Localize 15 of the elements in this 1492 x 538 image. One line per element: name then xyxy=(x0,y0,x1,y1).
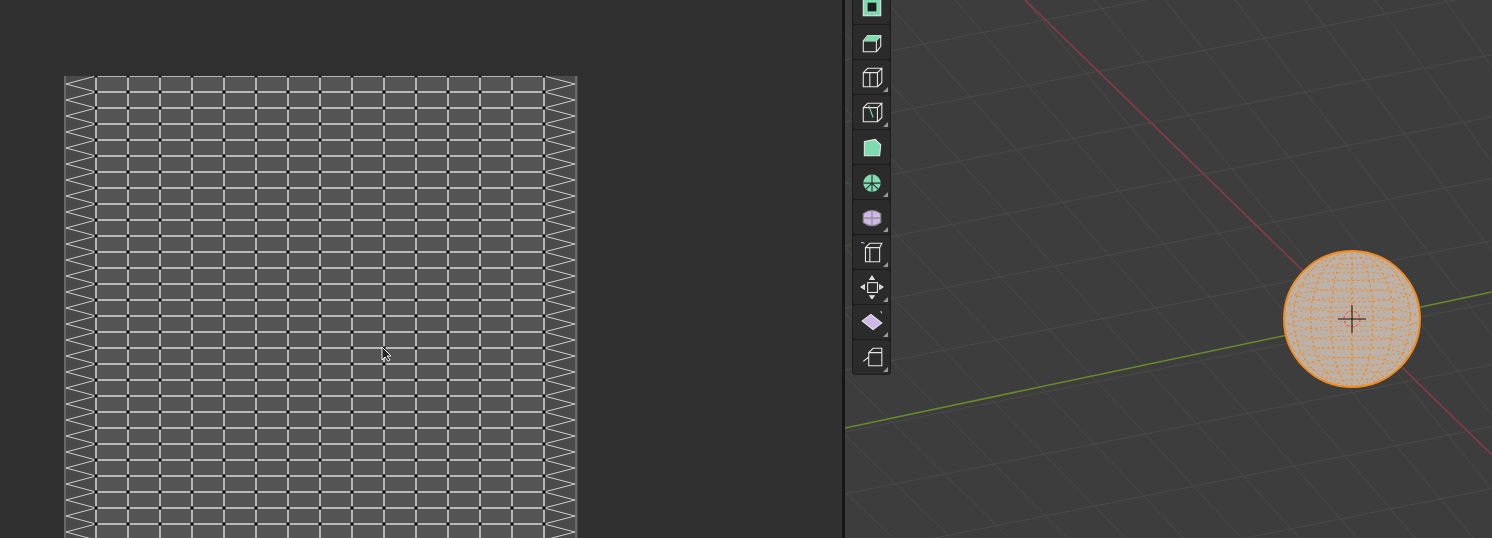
tool-button[interactable] xyxy=(853,270,890,304)
cursor-icon xyxy=(381,346,393,362)
tool-button[interactable] xyxy=(853,165,890,199)
cube-plus-icon xyxy=(859,240,884,264)
tool-button[interactable] xyxy=(853,95,890,129)
tool-button[interactable] xyxy=(853,235,890,269)
sphere-drawing[interactable] xyxy=(1281,248,1423,390)
tool-button[interactable] xyxy=(853,0,890,24)
move-arrows-icon xyxy=(859,275,884,299)
tool-button[interactable] xyxy=(853,60,890,94)
tool-button[interactable] xyxy=(853,25,890,59)
tool-button[interactable] xyxy=(853,305,890,339)
tool-button[interactable] xyxy=(853,200,890,234)
tool-button[interactable] xyxy=(853,340,890,374)
tool-button[interactable] xyxy=(853,130,890,164)
